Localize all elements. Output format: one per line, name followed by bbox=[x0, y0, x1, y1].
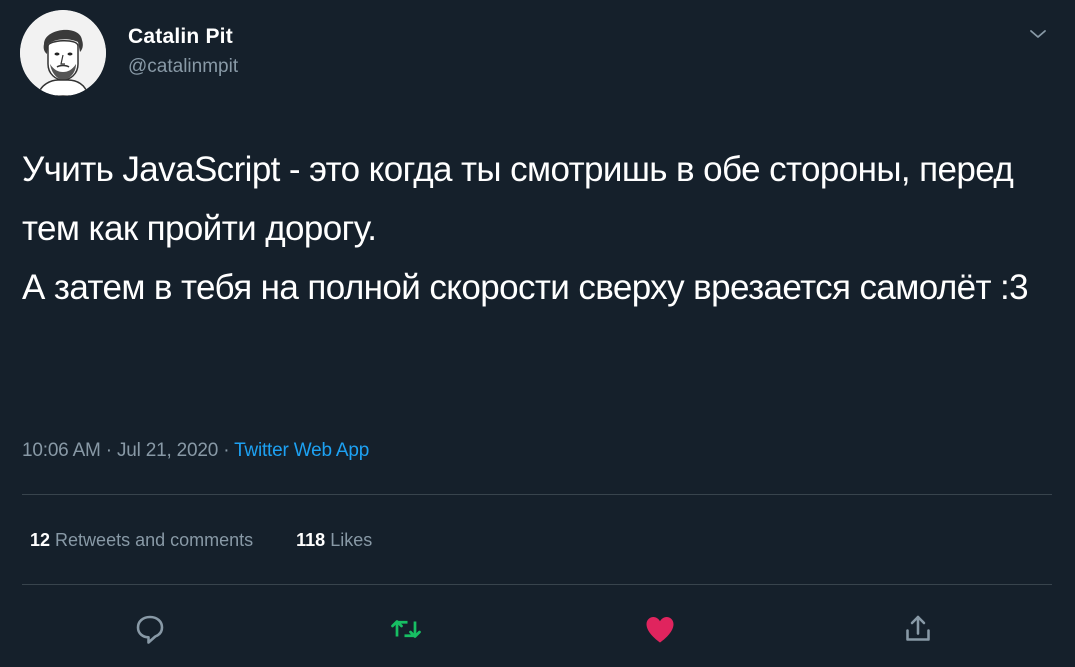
retweet-button[interactable] bbox=[388, 611, 424, 647]
retweet-icon bbox=[391, 620, 421, 638]
likes-stat[interactable]: 118 Likes bbox=[296, 527, 372, 553]
likes-count: 118 bbox=[296, 530, 326, 550]
share-icon bbox=[906, 615, 930, 641]
retweets-stat[interactable]: 12 Retweets and comments bbox=[30, 527, 253, 553]
meta-separator: · bbox=[100, 440, 117, 461]
tweet-source-link[interactable]: Twitter Web App bbox=[234, 440, 369, 461]
reply-button[interactable] bbox=[132, 611, 168, 647]
display-name[interactable]: Catalin Pit bbox=[128, 24, 238, 50]
user-handle[interactable]: @catalinmpit bbox=[128, 54, 238, 80]
heart-icon bbox=[646, 617, 674, 643]
retweets-count: 12 bbox=[30, 530, 51, 550]
divider bbox=[22, 494, 1052, 495]
meta-separator: · bbox=[218, 440, 235, 461]
reply-icon bbox=[136, 615, 164, 644]
tweet-meta: 10:06 AM · Jul 21, 2020 · Twitter Web Ap… bbox=[22, 438, 369, 464]
like-button[interactable] bbox=[642, 611, 678, 647]
avatar-portrait-icon bbox=[20, 10, 106, 96]
tweet-time[interactable]: 10:06 AM bbox=[22, 440, 101, 461]
retweets-label: Retweets and comments bbox=[55, 530, 254, 550]
tweet-text-line: А затем в тебя на полной скорости сверху… bbox=[22, 268, 1029, 307]
tweet-stats: 12 Retweets and comments 118 Likes bbox=[30, 527, 372, 553]
divider bbox=[22, 584, 1052, 585]
share-button[interactable] bbox=[900, 611, 936, 647]
likes-label: Likes bbox=[330, 530, 373, 550]
tweet-text-line: Учить JavaScript - это когда ты смотришь… bbox=[22, 150, 1014, 248]
tweet-text: Учить JavaScript - это когда ты смотришь… bbox=[22, 140, 1062, 317]
tweet-card: Catalin Pit @catalinmpit Учить JavaScrip… bbox=[0, 0, 1075, 667]
user-block: Catalin Pit @catalinmpit bbox=[128, 24, 238, 80]
chevron-down-icon[interactable] bbox=[1028, 26, 1048, 42]
avatar[interactable] bbox=[20, 10, 106, 96]
tweet-date[interactable]: Jul 21, 2020 bbox=[117, 440, 218, 461]
